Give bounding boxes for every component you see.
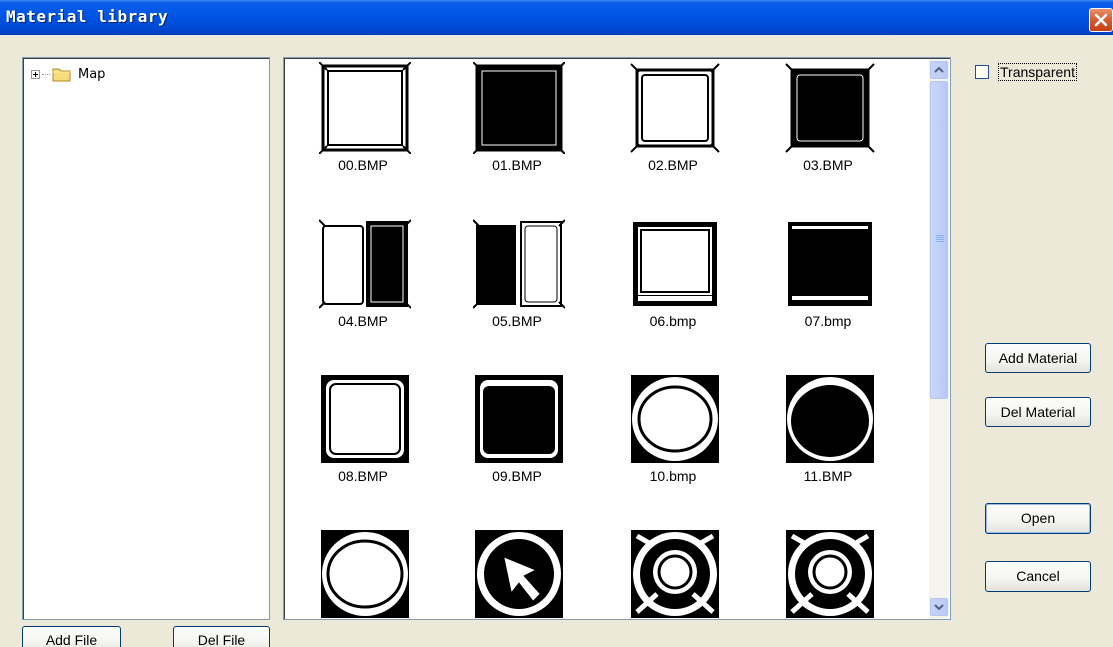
split-white-black-icon [319, 219, 411, 309]
gallery-scrollbar[interactable] [929, 59, 949, 618]
title-bar[interactable]: Material library [0, 0, 1113, 35]
material-label: 04.BMP [338, 313, 388, 329]
square-frame-black-icon [473, 62, 565, 154]
tree-item-label: Map [78, 66, 106, 82]
bevel-square-black-icon [788, 222, 872, 306]
del-file-label: Del File [197, 632, 246, 647]
chevron-down-icon [934, 604, 944, 611]
add-file-button[interactable]: Add File [22, 626, 121, 647]
material-item[interactable]: 05.BMP [467, 218, 567, 338]
material-item[interactable] [313, 528, 413, 619]
scroll-thumb[interactable] [930, 81, 948, 399]
rounded-square-black-icon [475, 375, 563, 463]
tree-connector [42, 73, 50, 75]
scroll-up-button[interactable] [930, 61, 948, 79]
folder-icon [52, 68, 71, 82]
material-item[interactable]: 08.BMP [313, 373, 413, 493]
folder-tree[interactable]: Map [22, 57, 270, 620]
material-label: 08.BMP [338, 468, 388, 484]
material-gallery[interactable]: 00.BMP 01.BMP 02.BMP 03.BMP 04.BMP 05.BM… [283, 57, 951, 620]
material-label: 02.BMP [648, 157, 698, 173]
chevron-up-icon [934, 66, 944, 73]
magnifier-2-icon [786, 530, 874, 618]
material-item[interactable]: 07.bmp [778, 218, 878, 338]
material-label: 03.BMP [803, 157, 853, 173]
add-material-button[interactable]: Add Material [985, 343, 1091, 373]
rounded-square-white-icon [321, 375, 409, 463]
material-item[interactable]: 11.BMP [778, 373, 878, 493]
material-item[interactable]: 04.BMP [313, 218, 413, 338]
cancel-label: Cancel [1016, 568, 1060, 584]
transparent-option[interactable]: Transparent [975, 63, 1077, 81]
material-item[interactable] [623, 528, 723, 619]
material-item[interactable]: 09.BMP [467, 373, 567, 493]
transparent-label: Transparent [998, 63, 1077, 81]
add-file-label: Add File [45, 632, 98, 647]
material-label: 06.bmp [649, 313, 697, 329]
square-frame-black-rounded-icon [785, 63, 875, 153]
scroll-down-button[interactable] [930, 598, 948, 616]
magnifier-icon [631, 530, 719, 618]
square-frame-white-rounded-icon [630, 63, 720, 153]
material-item[interactable] [467, 528, 567, 619]
material-label: 09.BMP [492, 468, 542, 484]
open-label: Open [1020, 510, 1056, 526]
ellipse-white-icon [631, 375, 719, 463]
del-material-label: Del Material [1000, 404, 1076, 420]
material-item[interactable] [778, 528, 878, 619]
open-button[interactable]: Open [985, 503, 1091, 534]
ellipse-white-2-icon [321, 530, 409, 618]
window-title: Material library [6, 7, 169, 26]
arrow-cursor-icon [475, 530, 563, 618]
material-item[interactable]: 03.BMP [778, 62, 878, 182]
material-label: 07.bmp [804, 313, 852, 329]
ellipse-black-icon [786, 375, 874, 463]
material-item[interactable]: 10.bmp [623, 373, 723, 493]
material-label: 00.BMP [338, 157, 388, 173]
material-label: 10.bmp [649, 468, 697, 484]
material-item[interactable]: 02.BMP [623, 62, 723, 182]
material-item[interactable]: 01.BMP [467, 62, 567, 182]
del-file-button[interactable]: Del File [173, 626, 270, 647]
del-material-button[interactable]: Del Material [985, 397, 1091, 427]
expand-plus-icon[interactable] [31, 69, 40, 79]
tree-item-map[interactable]: Map [31, 66, 105, 82]
material-label: 05.BMP [492, 313, 542, 329]
add-material-label: Add Material [998, 350, 1078, 366]
close-icon [1094, 13, 1108, 27]
material-item[interactable]: 06.bmp [623, 218, 723, 338]
split-black-white-icon [473, 219, 565, 309]
close-button[interactable] [1089, 8, 1113, 32]
cancel-button[interactable]: Cancel [985, 561, 1091, 592]
grip-icon [936, 235, 944, 243]
material-item[interactable]: 00.BMP [313, 62, 413, 182]
material-label: 01.BMP [492, 157, 542, 173]
square-frame-white-icon [319, 62, 411, 154]
material-label: 11.BMP [803, 468, 853, 484]
bevel-square-white-icon [633, 222, 717, 306]
transparent-checkbox[interactable] [975, 65, 989, 79]
